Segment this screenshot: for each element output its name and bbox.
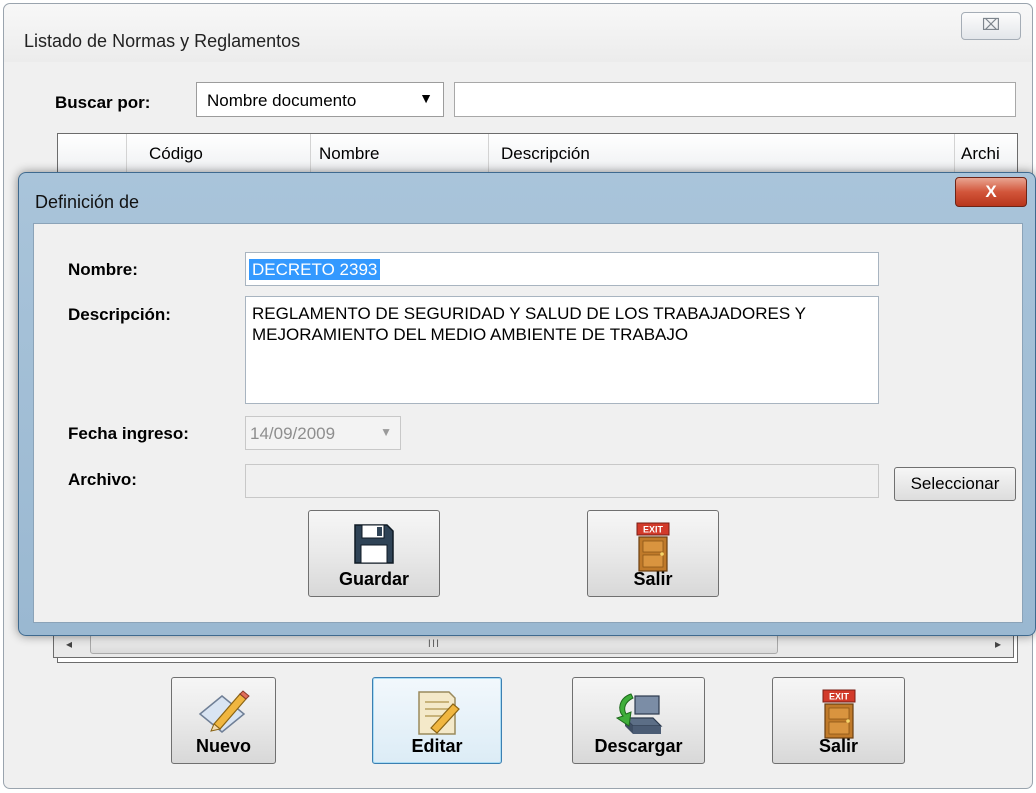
exit-button-label: Salir [818, 736, 859, 756]
save-button[interactable]: Guardar [308, 510, 440, 597]
grid-row-header-corner[interactable] [58, 134, 127, 174]
search-by-selected-value: Nombre documento [207, 91, 357, 110]
scrollbar-thumb[interactable]: III [90, 634, 778, 654]
search-by-select[interactable]: Nombre documento ▼ [196, 82, 444, 117]
name-label: Nombre: [68, 260, 138, 279]
pencil-paper-icon [196, 688, 252, 743]
name-field[interactable]: DECRETO 2393 [245, 252, 879, 286]
grid-header: Código Nombre Descripción Archi [58, 134, 1017, 175]
column-header-archivo[interactable]: Archi [955, 134, 1017, 174]
edit-button-label: Editar [411, 736, 463, 756]
new-button[interactable]: Nuevo [171, 677, 276, 764]
dialog-close-button[interactable]: X [955, 177, 1027, 207]
definition-dialog: Definición de X Nombre: DECRETO 2393 Des… [18, 172, 1036, 636]
chevron-down-icon[interactable]: ▼ [380, 425, 392, 439]
save-button-label: Guardar [338, 569, 410, 589]
file-label: Archivo: [68, 470, 137, 489]
main-close-button[interactable]: ⌧ [961, 12, 1021, 40]
date-value: 14/09/2009 [250, 424, 336, 443]
floppy-disk-icon [351, 521, 397, 572]
file-path-field[interactable] [245, 464, 879, 498]
svg-text:EXIT: EXIT [828, 692, 849, 702]
dialog-titlebar[interactable]: Definición de [19, 173, 1035, 223]
download-button-label: Descargar [594, 736, 683, 756]
dialog-title: Definición de [35, 192, 140, 212]
name-field-selected-text: DECRETO 2393 [249, 259, 381, 280]
exit-button[interactable]: EXIT Salir [772, 677, 905, 764]
select-file-button[interactable]: Seleccionar [894, 467, 1016, 501]
search-by-label: Buscar por: [55, 93, 151, 112]
main-titlebar[interactable]: Listado de Normas y Reglamentos [4, 4, 1032, 62]
download-button[interactable]: Descargar [572, 677, 705, 764]
column-header-nombre[interactable]: Nombre [311, 134, 489, 174]
dialog-exit-button[interactable]: EXIT Salir [587, 510, 719, 597]
svg-text:EXIT: EXIT [643, 525, 664, 535]
download-disk-icon [609, 688, 669, 743]
column-header-codigo[interactable]: Código [127, 134, 311, 174]
description-label: Descripción: [68, 305, 171, 324]
dialog-client-area: Nombre: DECRETO 2393 Descripción: REGLAM… [33, 223, 1023, 623]
column-header-descripcion[interactable]: Descripción [489, 134, 955, 174]
new-button-label: Nuevo [195, 736, 251, 756]
chevron-down-icon[interactable]: ▼ [419, 90, 433, 106]
edit-button[interactable]: Editar [372, 677, 502, 764]
main-window-title: Listado de Normas y Reglamentos [24, 31, 301, 51]
date-picker[interactable]: 14/09/2009 ▼ [245, 416, 401, 450]
edit-document-icon [409, 688, 465, 743]
search-input[interactable] [454, 82, 1016, 117]
description-field[interactable]: REGLAMENTO DE SEGURIDAD Y SALUD DE LOS T… [245, 296, 879, 404]
dialog-exit-button-label: Salir [633, 569, 673, 589]
date-label: Fecha ingreso: [68, 424, 189, 443]
